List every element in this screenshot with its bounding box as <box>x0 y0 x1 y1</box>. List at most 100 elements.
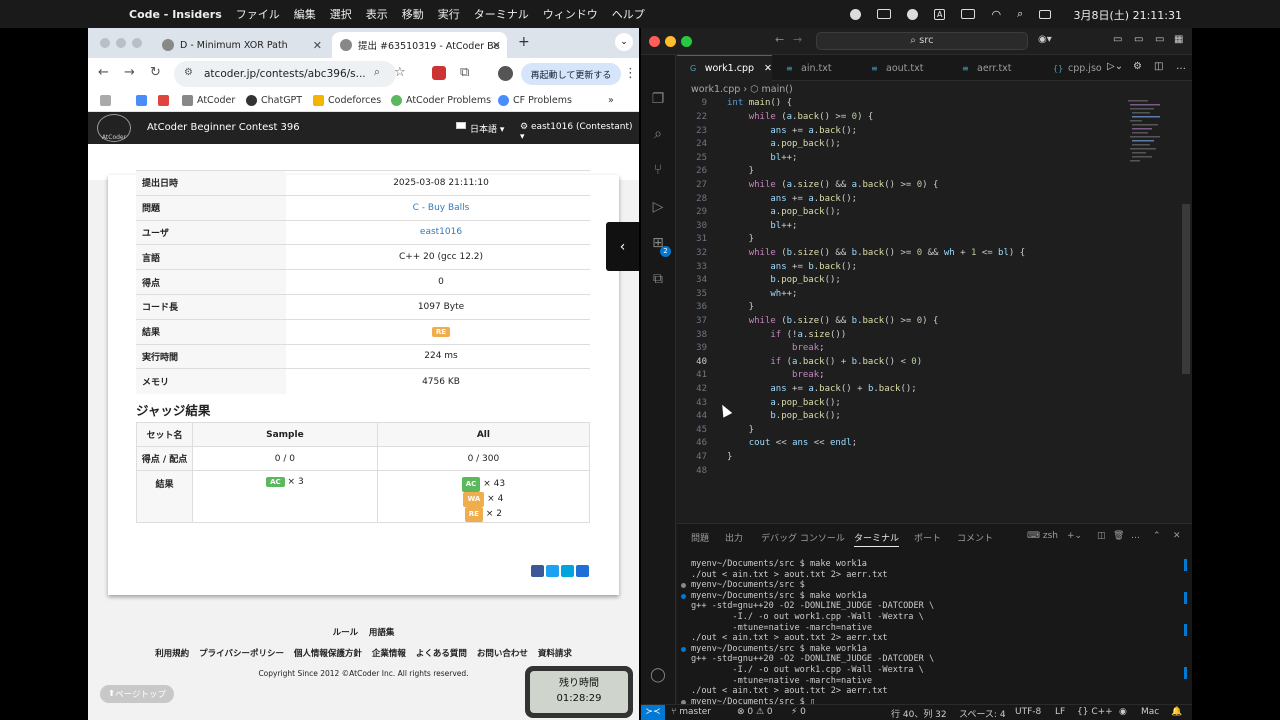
copilot-icon[interactable]: ◉▾ <box>1038 34 1052 45</box>
footer-link[interactable]: 企業情報 <box>372 649 406 659</box>
menu-terminal[interactable]: ターミナル <box>474 6 529 22</box>
gmail-icon[interactable] <box>158 95 173 106</box>
code-line[interactable]: a.pop_back(); <box>727 207 840 217</box>
tab-ports[interactable]: ポート <box>914 531 941 544</box>
kill-terminal-icon[interactable]: 🗑 <box>1113 531 1124 541</box>
footer-link[interactable]: 資料請求 <box>538 649 572 659</box>
code-line[interactable]: b.pop_back(); <box>727 411 840 421</box>
code-line[interactable]: } <box>727 302 754 312</box>
platform-label[interactable]: Mac <box>1141 707 1159 717</box>
encoding[interactable]: UTF-8 <box>1015 707 1041 717</box>
tab-aerr-txt[interactable]: ≡ aerr.txt <box>949 55 1039 81</box>
footer-link[interactable]: プライバシーポリシー <box>199 649 284 659</box>
footer-link-rules[interactable]: ルール <box>333 628 359 638</box>
twitter-share-icon[interactable] <box>546 565 559 577</box>
search-icon[interactable]: ⌕ <box>1017 7 1023 21</box>
source-control-icon[interactable]: ⑂ <box>649 162 667 180</box>
code-line[interactable]: cout << ans << endl; <box>727 438 857 448</box>
terminal-shell-label[interactable]: ⌨ zsh <box>1027 531 1058 541</box>
reload-icon[interactable]: ↻ <box>150 65 161 80</box>
facebook-share-icon[interactable] <box>531 565 544 577</box>
cloud-icon[interactable] <box>907 8 918 20</box>
copilot-status-icon[interactable]: ◉ <box>1119 707 1127 717</box>
code-line[interactable]: ans += a.back() + b.back(); <box>727 384 916 394</box>
code-line[interactable]: } <box>727 166 754 176</box>
bookmark-atcoder[interactable]: AtCoder <box>182 95 235 106</box>
menu-edit[interactable]: 編集 <box>294 6 316 22</box>
menu-clock[interactable]: 3月8日(土) 21:11:31 <box>1074 7 1182 23</box>
run-icon[interactable]: ▷⌄ <box>1107 61 1123 72</box>
tab-work1-cpp[interactable]: Gwork1.cpp ✕ <box>677 55 772 81</box>
tab-problems[interactable]: 問題 <box>691 531 709 544</box>
tab-ain-txt[interactable]: ≡ ain.txt <box>773 55 857 81</box>
wifi-icon[interactable]: ◠ <box>991 8 1001 21</box>
forward-icon[interactable]: → <box>124 65 135 80</box>
account-icon[interactable]: ◯ <box>649 667 667 685</box>
more-actions-icon[interactable]: … <box>1176 61 1186 72</box>
language-select[interactable]: 日本語 ▾ <box>470 122 504 135</box>
split-editor-icon[interactable]: ◫ <box>1154 61 1163 72</box>
tab-aout-txt[interactable]: ≡ aout.txt <box>858 55 948 81</box>
command-decoration-icon[interactable] <box>681 583 686 589</box>
menu-window[interactable]: ウィンドウ <box>543 6 598 22</box>
atcoder-logo[interactable]: AtCoder <box>97 114 131 142</box>
display-icon[interactable] <box>877 9 891 19</box>
end-of-line[interactable]: LF <box>1055 707 1065 717</box>
share-plus-icon[interactable] <box>576 565 589 577</box>
menu-run[interactable]: 実行 <box>438 6 460 22</box>
tab-list-icon[interactable]: ⌄ <box>615 33 633 51</box>
code-line[interactable]: ans += a.back(); <box>727 194 857 204</box>
code-line[interactable]: bl++; <box>727 221 797 231</box>
minimap[interactable] <box>1126 98 1176 188</box>
code-line[interactable]: } <box>727 234 754 244</box>
problem-link[interactable]: C - Buy Balls <box>413 203 470 213</box>
footer-link-glossary[interactable]: 用語集 <box>369 628 395 638</box>
notifications-icon[interactable]: 🔔 <box>1171 707 1182 717</box>
input-mode-icon[interactable]: A <box>934 8 946 20</box>
extension-icon[interactable] <box>432 66 446 80</box>
page-top-button[interactable]: ⬆ ページトップ <box>100 685 174 703</box>
terminal-output[interactable]: myenv~/Documents/src $ make work1a ./out … <box>681 559 1181 707</box>
language-mode[interactable]: {} C++ <box>1077 707 1113 717</box>
menu-go[interactable]: 移動 <box>402 6 424 22</box>
run-debug-icon[interactable]: ▷ <box>649 199 667 217</box>
code-line[interactable]: if (!a.size()) <box>727 330 846 340</box>
menu-app-name[interactable]: Code - Insiders <box>129 8 222 21</box>
remote-explorer-icon[interactable]: ⧉ <box>649 271 667 289</box>
record-icon[interactable] <box>850 8 861 20</box>
apps-grid-icon[interactable] <box>100 95 115 106</box>
code-line[interactable]: while (b.size() && b.back() >= 0) { <box>727 316 939 326</box>
explorer-icon[interactable]: ❐ <box>649 91 667 109</box>
tab-comments[interactable]: コメント <box>957 531 993 544</box>
code-line[interactable]: bl++; <box>727 153 797 163</box>
close-window-icon[interactable] <box>100 38 110 48</box>
cursor-position[interactable]: 行 40、列 32 <box>891 707 947 720</box>
battery-icon[interactable] <box>961 9 976 19</box>
code-line[interactable]: break; <box>727 370 825 380</box>
code-line[interactable]: } <box>727 425 754 435</box>
extensions-icon[interactable]: ⊞ 2 <box>649 235 671 257</box>
minimize-window-icon[interactable] <box>665 36 676 47</box>
browser-menu-icon[interactable]: ⋮ <box>624 66 637 81</box>
close-tab-icon[interactable]: ✕ <box>764 63 772 74</box>
close-window-icon[interactable] <box>649 36 660 47</box>
command-center-search[interactable]: ⌕ src <box>816 32 1028 50</box>
footer-link[interactable]: お問い合わせ <box>477 649 528 659</box>
close-panel-icon[interactable]: ✕ <box>1173 531 1181 541</box>
control-center-icon[interactable] <box>1039 9 1052 19</box>
problems-count[interactable]: ⊗ 0 ⚠ 0 <box>737 707 773 717</box>
hatena-share-icon[interactable] <box>561 565 574 577</box>
menu-view[interactable]: 表示 <box>366 6 388 22</box>
collapse-panel-button[interactable]: ‹ <box>606 222 639 271</box>
zoom-window-icon[interactable] <box>681 36 692 47</box>
tab-output[interactable]: 出力 <box>725 531 743 544</box>
command-decoration-icon[interactable] <box>681 646 686 652</box>
editor-scrollbar[interactable] <box>1182 204 1190 374</box>
menu-file[interactable]: ファイル <box>236 6 280 22</box>
tab-cpp-json[interactable]: {} cpp.jso <box>1040 55 1108 81</box>
code-line[interactable]: if (a.back() + b.back() < 0) <box>727 357 922 367</box>
menu-selection[interactable]: 選択 <box>330 6 352 22</box>
remote-indicator-icon[interactable]: ≻≺ <box>641 705 665 720</box>
tab-debug-console[interactable]: デバッグ コンソール <box>761 531 845 544</box>
code-line[interactable]: break; <box>727 343 825 353</box>
